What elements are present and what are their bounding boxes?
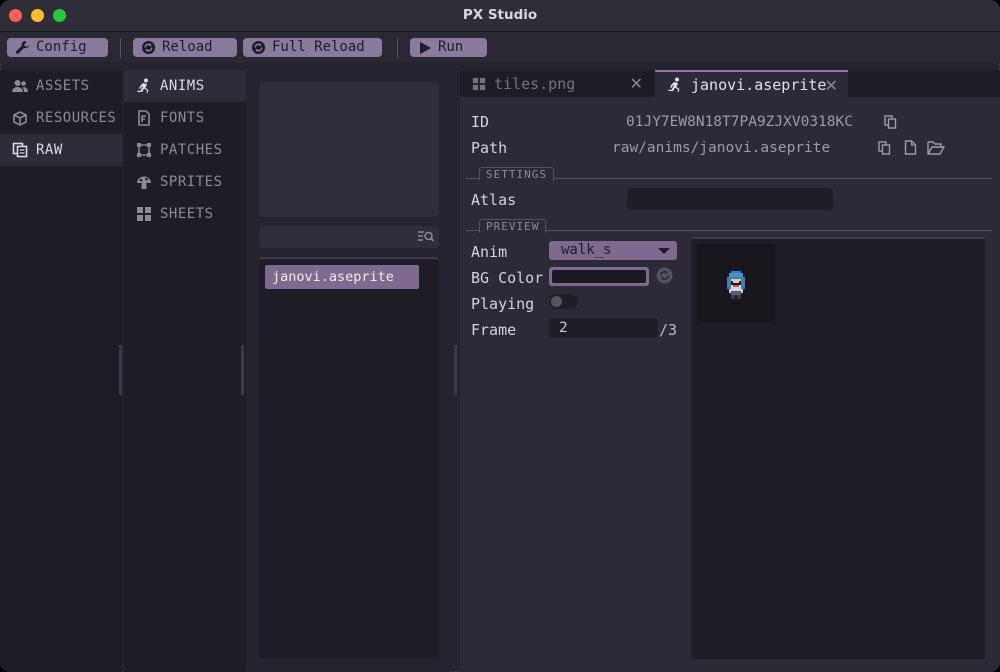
wrench-icon — [15, 40, 30, 55]
running-person-icon — [136, 78, 152, 94]
secondary-nav: ANIMS FONTS PATCHES SPRITES SHEETS — [124, 70, 246, 672]
close-icon[interactable]: ✕ — [630, 74, 643, 93]
reset-icon[interactable] — [656, 267, 673, 284]
settings-section-header: SETTINGS — [479, 167, 554, 181]
run-button[interactable]: Run — [410, 38, 487, 57]
tab-tiles-png[interactable]: tiles.png ✕ — [460, 70, 653, 97]
list-item[interactable]: janovi.aseprite — [265, 265, 419, 289]
preview-section-header: PREVIEW — [479, 219, 547, 233]
nav-item-label: SHEETS — [160, 206, 214, 222]
playing-label: Playing — [471, 295, 535, 313]
copy-icon[interactable] — [884, 115, 897, 129]
nav-item-label: SPRITES — [160, 174, 223, 190]
color-swatch — [552, 270, 646, 283]
caret-down-icon — [658, 248, 670, 254]
editor-tab-bar: tiles.png ✕ janovi.aseprite ✕ — [460, 70, 1000, 97]
config-button[interactable]: Config — [7, 38, 108, 57]
nav-splitter-handle[interactable] — [241, 345, 244, 395]
nav-item-sprites[interactable]: SPRITES — [124, 166, 246, 198]
running-person-icon — [667, 77, 683, 93]
playing-toggle[interactable] — [549, 294, 578, 309]
reload-button-label: Reload — [162, 39, 213, 55]
users-icon — [12, 78, 28, 94]
frame-input[interactable]: 2 — [549, 318, 658, 338]
title-bar: PX Studio — [0, 0, 1000, 32]
id-value: 01JY7EW8N18T7PA9ZJXV0318KC — [626, 114, 853, 130]
mushroom-icon — [136, 174, 152, 190]
refresh-icon — [141, 40, 156, 55]
thumbnail-preview — [259, 82, 439, 217]
full-reload-button-label: Full Reload — [272, 39, 365, 55]
atlas-field[interactable] — [627, 188, 833, 210]
nav-item-anims[interactable]: ANIMS — [124, 70, 246, 102]
refresh-icon — [251, 40, 266, 55]
toolbar-divider — [397, 38, 398, 58]
nav-splitter-handle[interactable] — [119, 345, 122, 395]
inspector-panel: ID 01JY7EW8N18T7PA9ZJXV0318KC Path raw/a… — [460, 97, 1000, 672]
frame-total: /3 — [659, 321, 678, 339]
tab-label: tiles.png — [494, 74, 576, 93]
nav-item-label: FONTS — [160, 110, 205, 126]
preview-canvas[interactable] — [691, 237, 985, 659]
reload-button[interactable]: Reload — [133, 38, 237, 57]
anim-select[interactable]: walk_s — [549, 241, 677, 260]
nav-item-raw[interactable]: RAW — [0, 134, 122, 166]
close-icon[interactable]: ✕ — [825, 76, 838, 95]
path-label: Path — [471, 139, 508, 157]
tab-janovi-aseprite[interactable]: janovi.aseprite ✕ — [655, 70, 848, 97]
full-reload-button[interactable]: Full Reload — [243, 38, 382, 57]
sprite-frame — [697, 244, 775, 322]
vector-square-icon — [136, 142, 152, 158]
anim-select-value: walk_s — [561, 242, 612, 258]
nav-item-fonts[interactable]: FONTS — [124, 102, 246, 134]
copy-icon[interactable] — [878, 141, 891, 155]
path-value: raw/anims/janovi.aseprite — [612, 140, 831, 156]
search-list-icon — [418, 229, 435, 248]
folder-open-icon[interactable] — [927, 141, 945, 155]
atlas-label: Atlas — [471, 191, 517, 209]
play-icon — [418, 41, 432, 55]
window-title: PX Studio — [462, 7, 538, 23]
run-button-label: Run — [438, 39, 464, 55]
nav-item-label: ASSETS — [36, 78, 90, 94]
copy-icon — [12, 142, 28, 158]
asset-list-panel: janovi.aseprite — [248, 70, 450, 672]
grid-icon — [472, 77, 486, 91]
search-input[interactable] — [259, 226, 439, 248]
nav-item-sheets[interactable]: SHEETS — [124, 198, 246, 230]
nav-item-label: ANIMS — [160, 78, 205, 94]
tab-label: janovi.aseprite — [691, 75, 827, 94]
nav-item-resources[interactable]: RESOURCES — [0, 102, 122, 134]
character-sprite — [727, 271, 745, 299]
file-list: janovi.aseprite — [259, 257, 439, 659]
primary-nav: ASSETS RESOURCES RAW — [0, 70, 122, 672]
panel-splitter-handle[interactable] — [454, 345, 457, 395]
anim-label: Anim — [471, 243, 508, 261]
toolbar-divider — [120, 38, 121, 58]
cube-icon — [12, 110, 28, 126]
config-button-label: Config — [36, 39, 87, 55]
nav-item-patches[interactable]: PATCHES — [124, 134, 246, 166]
nav-item-label: PATCHES — [160, 142, 223, 158]
frame-label: Frame — [471, 321, 517, 339]
grid-icon — [136, 206, 152, 222]
toolbar: Config Reload Full Reload Run — [0, 32, 1000, 62]
bg-color-label: BG Color — [471, 269, 544, 287]
nav-item-label: RESOURCES — [36, 110, 117, 126]
nav-item-label: RAW — [36, 142, 63, 158]
nav-item-assets[interactable]: ASSETS — [0, 70, 122, 102]
app-window: PX Studio Config Reload Full Reload Run … — [0, 0, 1000, 672]
file-icon[interactable] — [904, 140, 917, 155]
bg-color-picker[interactable] — [549, 267, 649, 286]
font-file-icon — [136, 110, 152, 126]
toggle-knob — [551, 296, 562, 307]
id-label: ID — [471, 113, 490, 131]
